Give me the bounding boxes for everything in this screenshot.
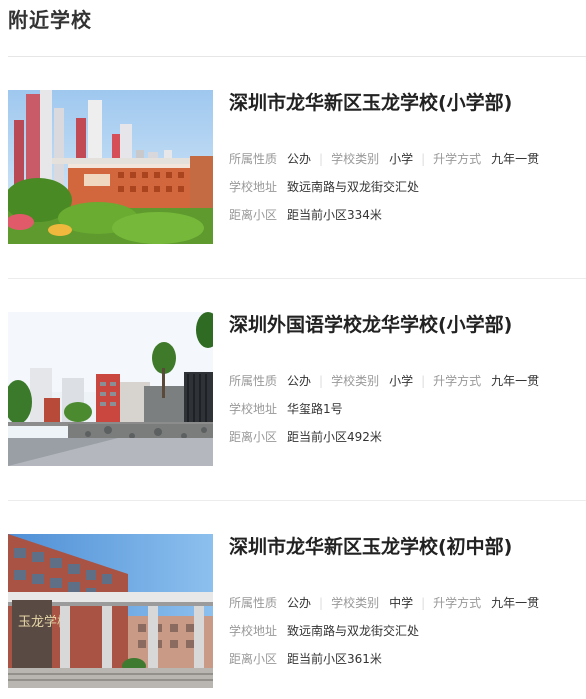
distance-value: 距当前小区361米 <box>287 652 382 666</box>
school-attributes-row: 所属性质 公办 | 学校类别 小学 | 升学方式 九年一贯 <box>229 152 539 166</box>
distance-label: 距离小区 <box>229 652 278 666</box>
school-photo-3-image: 玉龙学校 <box>8 534 213 688</box>
separator: | <box>319 152 324 166</box>
card-divider <box>8 500 586 501</box>
school-address-row: 学校地址 致远南路与双龙街交汇处 <box>229 180 419 194</box>
school-name[interactable]: 深圳市龙华新区玉龙学校(初中部) <box>229 534 586 560</box>
school-info: 深圳市龙华新区玉龙学校(初中部) 所属性质 公办 | 学校类别 中学 | 升学方式 九年一贯 … <box>229 534 586 666</box>
nature-label: 所属性质 <box>229 596 278 610</box>
school-attributes-row: 所属性质 公办 | 学校类别 中学 | 升学方式 九年一贯 <box>229 596 539 610</box>
distance-label: 距离小区 <box>229 208 278 222</box>
separator: | <box>421 152 426 166</box>
mode-label: 升学方式 <box>433 596 482 610</box>
school-name[interactable]: 深圳市龙华新区玉龙学校(小学部) <box>229 90 586 116</box>
distance-label: 距离小区 <box>229 430 278 444</box>
separator: | <box>421 596 426 610</box>
category-value: 中学 <box>389 596 414 610</box>
school-photo[interactable]: 玉龙学校 <box>8 534 213 688</box>
nature-value: 公办 <box>287 374 312 388</box>
category-value: 小学 <box>389 152 414 166</box>
card-divider <box>8 278 586 279</box>
school-card[interactable]: 玉龙学校 深圳市龙华新区玉龙学校(初中部) 所属性质 公办 | 学校类别 中学 | 升学方式… <box>8 534 586 688</box>
category-label: 学校类别 <box>331 374 380 388</box>
nearby-schools-panel: 附近学校 深圳市龙华新区玉龙学校(小学部) 所属性质 公办 | 学校类别 小学 … <box>0 0 586 699</box>
separator: | <box>421 374 426 388</box>
school-attributes-row: 所属性质 公办 | 学校类别 小学 | 升学方式 九年一贯 <box>229 374 539 388</box>
school-distance-row: 距离小区 距当前小区492米 <box>229 430 382 444</box>
address-value: 华玺路1号 <box>287 402 343 416</box>
mode-value: 九年一贯 <box>491 596 540 610</box>
nature-value: 公办 <box>287 152 312 166</box>
distance-value: 距当前小区334米 <box>287 208 382 222</box>
address-label: 学校地址 <box>229 180 278 194</box>
section-title: 附近学校 <box>8 8 92 32</box>
school-distance-row: 距离小区 距当前小区334米 <box>229 208 382 222</box>
address-value: 致远南路与双龙街交汇处 <box>287 180 420 194</box>
address-label: 学校地址 <box>229 402 278 416</box>
school-info: 深圳市龙华新区玉龙学校(小学部) 所属性质 公办 | 学校类别 小学 | 升学方式 九年一贯 … <box>229 90 586 222</box>
school-photo-1-image <box>8 90 213 244</box>
school-distance-row: 距离小区 距当前小区361米 <box>229 652 382 666</box>
separator: | <box>319 596 324 610</box>
school-address-row: 学校地址 致远南路与双龙街交汇处 <box>229 624 419 638</box>
separator: | <box>319 374 324 388</box>
category-value: 小学 <box>389 374 414 388</box>
nature-label: 所属性质 <box>229 152 278 166</box>
school-info: 深圳外国语学校龙华学校(小学部) 所属性质 公办 | 学校类别 小学 | 升学方式 九年一贯 … <box>229 312 586 444</box>
school-address-row: 学校地址 华玺路1号 <box>229 402 343 416</box>
school-card[interactable]: 深圳外国语学校龙华学校(小学部) 所属性质 公办 | 学校类别 小学 | 升学方式 九年一贯 … <box>8 312 586 466</box>
mode-value: 九年一贯 <box>491 152 540 166</box>
address-label: 学校地址 <box>229 624 278 638</box>
mode-label: 升学方式 <box>433 374 482 388</box>
distance-value: 距当前小区492米 <box>287 430 382 444</box>
address-value: 致远南路与双龙街交汇处 <box>287 624 420 638</box>
mode-label: 升学方式 <box>433 152 482 166</box>
school-photo-2-image <box>8 312 213 466</box>
mode-value: 九年一贯 <box>491 374 540 388</box>
school-photo[interactable] <box>8 90 213 244</box>
nature-value: 公办 <box>287 596 312 610</box>
nature-label: 所属性质 <box>229 374 278 388</box>
school-photo[interactable] <box>8 312 213 466</box>
category-label: 学校类别 <box>331 152 380 166</box>
school-name[interactable]: 深圳外国语学校龙华学校(小学部) <box>229 312 586 338</box>
header-divider <box>8 56 586 57</box>
category-label: 学校类别 <box>331 596 380 610</box>
school-card[interactable]: 深圳市龙华新区玉龙学校(小学部) 所属性质 公办 | 学校类别 小学 | 升学方式 九年一贯 … <box>8 90 586 244</box>
